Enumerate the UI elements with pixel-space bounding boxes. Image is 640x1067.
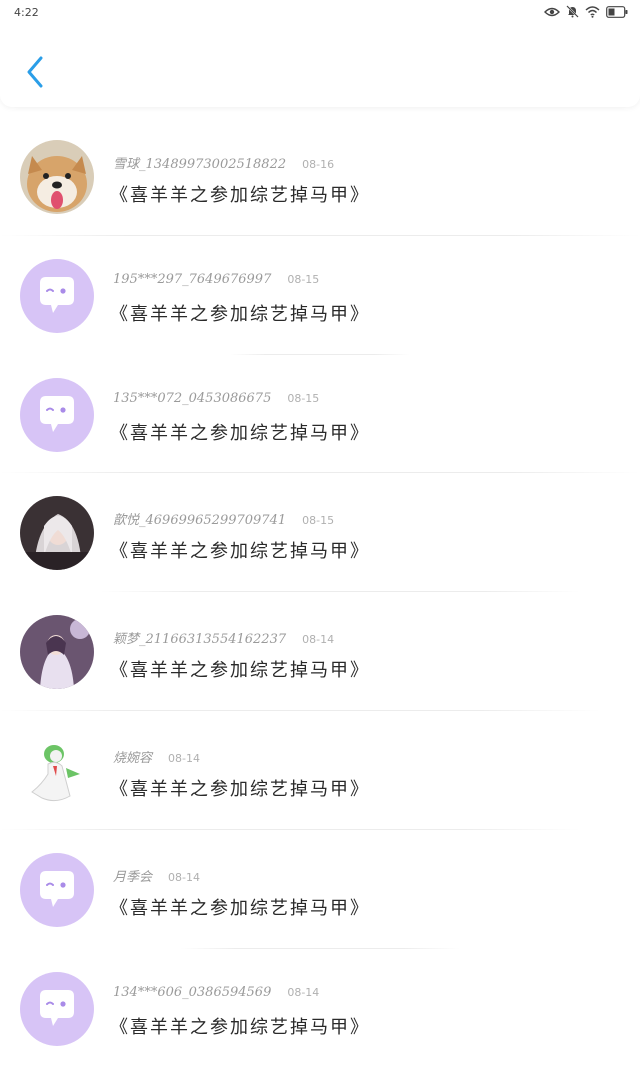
username[interactable]: 月季会 xyxy=(113,866,152,885)
comment-date: 08-14 xyxy=(168,870,200,884)
comment-text: 《喜羊羊之参加综艺掉马甲》 xyxy=(110,541,370,563)
avatar[interactable] xyxy=(20,140,94,214)
avatar[interactable] xyxy=(20,733,94,808)
comment-date: 08-16 xyxy=(302,158,335,171)
comment-meta: 颖梦_21166313554162237 08-14 xyxy=(113,628,334,647)
comment-date: 08-14 xyxy=(168,751,200,765)
back-button[interactable] xyxy=(20,55,50,93)
username[interactable]: 烧婉容 xyxy=(113,747,152,766)
status-icons xyxy=(544,5,628,18)
status-time: 4:22 xyxy=(14,6,39,19)
comment-text: 《喜羊羊之参加综艺掉马甲》 xyxy=(110,1016,370,1038)
comment-text: 《喜羊羊之参加综艺掉马甲》 xyxy=(110,778,370,800)
comment-date: 08-15 xyxy=(287,272,320,286)
comment-meta: 135***072_0453086675 08-15 xyxy=(113,391,319,406)
avatar[interactable] xyxy=(20,258,94,333)
avatar[interactable] xyxy=(20,852,94,927)
username[interactable]: 135***072_0453086675 xyxy=(113,391,271,406)
comment-meta: 歆悦_46969965299709741 08-15 xyxy=(113,509,334,528)
comment-item[interactable]: 195***297_7649676997 08-15 《喜羊羊之参加综艺掉马甲》 xyxy=(0,236,640,355)
comment-text: 《喜羊羊之参加综艺掉马甲》 xyxy=(110,303,370,325)
wifi-icon xyxy=(585,5,600,18)
username[interactable]: 195***297_7649676997 xyxy=(113,272,271,287)
username[interactable]: 歆悦_46969965299709741 xyxy=(113,509,286,528)
chevron-left-icon xyxy=(26,56,44,92)
header-bar: 4:22 xyxy=(0,0,640,107)
avatar[interactable] xyxy=(20,971,94,1046)
comment-item[interactable]: 134***606_0386594569 08-14 《喜羊羊之参加综艺掉马甲》 xyxy=(0,949,640,1067)
comment-item[interactable]: 135***072_0453086675 08-15 《喜羊羊之参加综艺掉马甲》 xyxy=(0,355,640,474)
avatar[interactable] xyxy=(20,377,94,452)
comment-list: 雪球_13489973002518822 08-16 《喜羊羊之参加综艺掉马甲》 1… xyxy=(0,117,640,1067)
comment-text: 《喜羊羊之参加综艺掉马甲》 xyxy=(110,660,370,682)
username[interactable]: 雪球_13489973002518822 xyxy=(113,153,286,172)
comment-item[interactable]: 雪球_13489973002518822 08-16 《喜羊羊之参加综艺掉马甲》 xyxy=(0,117,640,236)
comment-date: 08-15 xyxy=(287,391,320,405)
eye-icon xyxy=(544,6,560,18)
comment-item[interactable]: 颖梦_21166313554162237 08-14 《喜羊羊之参加综艺掉马甲》 xyxy=(0,592,640,711)
comment-date: 08-14 xyxy=(302,633,335,647)
avatar[interactable] xyxy=(20,496,94,571)
comment-text: 《喜羊羊之参加综艺掉马甲》 xyxy=(110,422,370,444)
comment-date: 08-15 xyxy=(302,514,335,528)
comment-meta: 月季会 08-14 xyxy=(113,866,200,885)
comment-meta: 134***606_0386594569 08-14 xyxy=(113,985,319,1000)
comment-item[interactable]: 烧婉容 08-14 《喜羊羊之参加综艺掉马甲》 xyxy=(0,711,640,830)
comment-meta: 195***297_7649676997 08-15 xyxy=(113,272,319,287)
comment-date: 08-14 xyxy=(287,985,320,999)
avatar[interactable] xyxy=(20,615,94,690)
comment-meta: 烧婉容 08-14 xyxy=(113,747,200,766)
username[interactable]: 颖梦_21166313554162237 xyxy=(113,628,286,647)
comment-meta: 雪球_13489973002518822 08-16 xyxy=(113,153,334,172)
comment-item[interactable]: 歆悦_46969965299709741 08-15 《喜羊羊之参加综艺掉马甲》 xyxy=(0,473,640,593)
battery-icon xyxy=(606,5,628,18)
username[interactable]: 134***606_0386594569 xyxy=(113,985,271,1000)
comment-text: 《喜羊羊之参加综艺掉马甲》 xyxy=(110,185,370,206)
mute-bell-icon xyxy=(566,5,579,18)
comment-text: 《喜羊羊之参加综艺掉马甲》 xyxy=(110,897,370,919)
comment-item[interactable]: 月季会 08-14 《喜羊羊之参加综艺掉马甲》 xyxy=(0,830,640,949)
status-bar: 4:22 xyxy=(0,0,640,26)
